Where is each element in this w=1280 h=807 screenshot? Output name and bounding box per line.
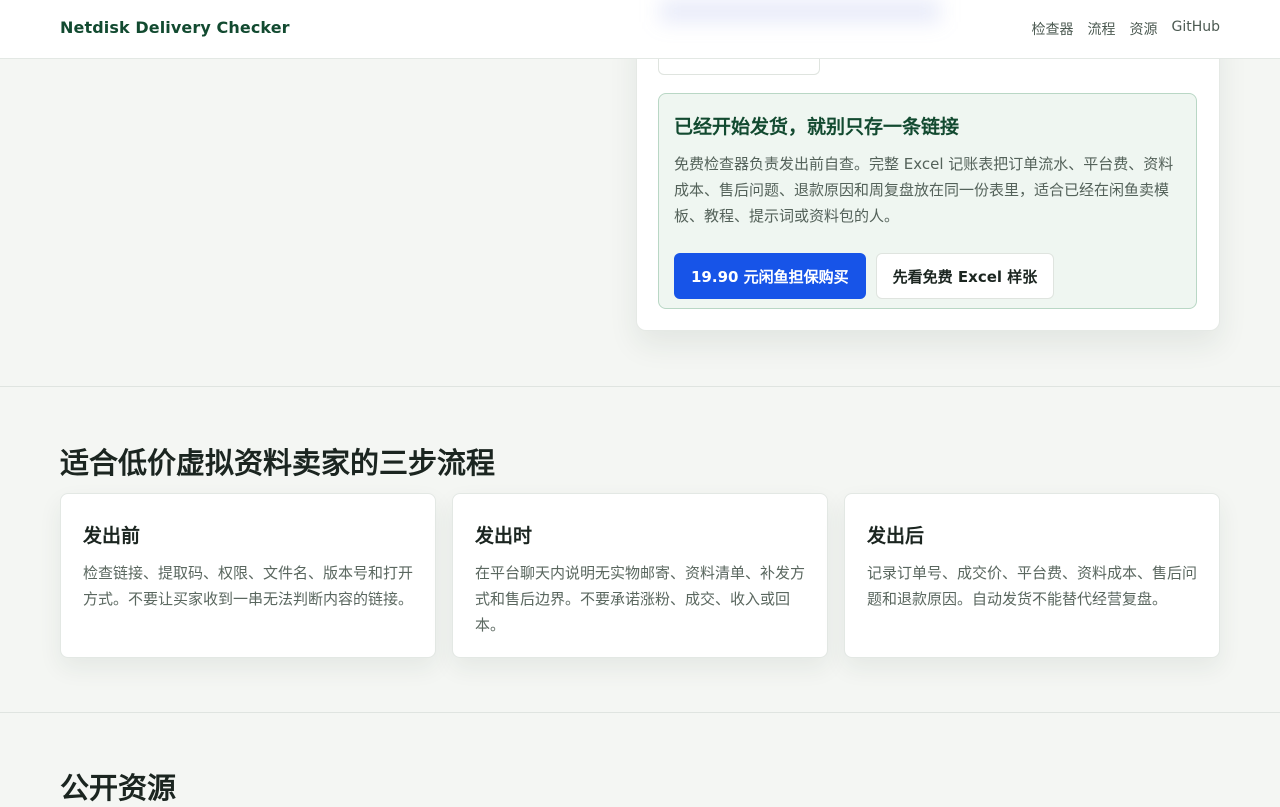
promo-description: 免费检查器负责发出前自查。完整 Excel 记账表把订单流水、平台费、资料成本、…: [674, 155, 1174, 225]
step-text: 在平台聊天内说明无实物邮寄、资料清单、补发方式和售后边界。不要承诺涨粉、成交、收…: [475, 564, 806, 634]
step-title: 发出时: [475, 525, 533, 547]
nav-link-resources[interactable]: 资源: [1129, 19, 1157, 39]
step-text: 记录订单号、成交价、平台费、资料成本、售后问题和退款原因。自动发货不能替代经营复…: [867, 564, 1198, 608]
step-card-after: 发出后 记录订单号、成交价、平台费、资料成本、售后问题和退款原因。自动发货不能替…: [844, 493, 1220, 658]
blurred-element: [660, 0, 940, 22]
step-card-before: 发出前 检查链接、提取码、权限、文件名、版本号和打开方式。不要让买家收到一串无法…: [60, 493, 436, 658]
step-card-during: 发出时 在平台聊天内说明无实物邮寄、资料清单、补发方式和售后边界。不要承诺涨粉、…: [452, 493, 828, 658]
section-divider: [0, 712, 1280, 713]
resources-title: 公开资源: [60, 771, 177, 805]
workflow-title: 适合低价虚拟资料卖家的三步流程: [60, 446, 496, 480]
section-divider: [0, 386, 1280, 387]
promo-title: 已经开始发货，就别只存一条链接: [674, 116, 960, 138]
nav-link-workflow[interactable]: 流程: [1087, 19, 1115, 39]
brand-logo[interactable]: Netdisk Delivery Checker: [60, 18, 290, 37]
top-navbar: Netdisk Delivery Checker 检查器 流程 资源 GitHu…: [0, 0, 1280, 59]
workflow-steps: 发出前 检查链接、提取码、权限、文件名、版本号和打开方式。不要让买家收到一串无法…: [60, 493, 1220, 658]
promo-actions: 19.90 元闲鱼担保购买 先看免费 Excel 样张: [674, 253, 1181, 299]
step-text: 检查链接、提取码、权限、文件名、版本号和打开方式。不要让买家收到一串无法判断内容…: [83, 564, 414, 608]
top-nav: 检查器 流程 资源 GitHub: [1031, 19, 1220, 39]
step-title: 发出后: [867, 525, 925, 547]
excel-promo-box: 已经开始发货，就别只存一条链接 免费检查器负责发出前自查。完整 Excel 记账…: [658, 93, 1197, 309]
buy-button[interactable]: 19.90 元闲鱼担保购买: [674, 253, 866, 299]
step-title: 发出前: [83, 525, 141, 547]
nav-link-github[interactable]: GitHub: [1171, 19, 1220, 39]
free-sample-button[interactable]: 先看免费 Excel 样张: [875, 253, 1055, 299]
nav-link-checker[interactable]: 检查器: [1031, 19, 1073, 39]
